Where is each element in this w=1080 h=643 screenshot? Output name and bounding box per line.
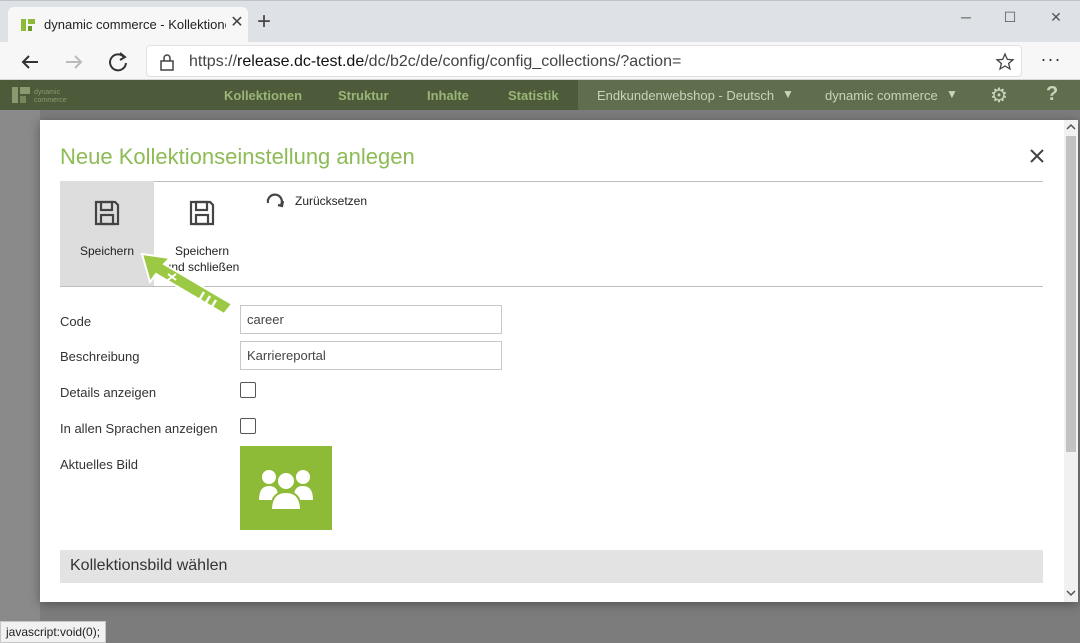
url-prefix: https:// bbox=[189, 53, 238, 70]
browser-status-bar: javascript:void(0); bbox=[0, 621, 107, 643]
maximize-icon[interactable]: ☐ bbox=[990, 5, 1030, 29]
svg-text:dynamic: dynamic bbox=[34, 89, 61, 96]
url-path: /dc/b2c/de/config/config_collections/?ac… bbox=[364, 53, 682, 70]
nav-structure[interactable]: Struktur bbox=[338, 88, 389, 103]
dc-favicon-icon bbox=[21, 19, 35, 31]
details-label: Details anzeigen bbox=[60, 385, 157, 400]
nav-collections[interactable]: Kollektionen bbox=[224, 88, 302, 103]
address-bar[interactable]: https://release.dc-test.de/dc/b2c/de/con… bbox=[146, 45, 1022, 77]
back-icon[interactable] bbox=[16, 48, 44, 76]
browser-menu-icon[interactable]: ··· bbox=[1040, 50, 1062, 72]
window-close-icon[interactable]: ✕ bbox=[1036, 5, 1076, 29]
lock-icon bbox=[160, 54, 174, 71]
forward-icon[interactable] bbox=[60, 48, 88, 76]
all-languages-checkbox[interactable] bbox=[240, 418, 256, 434]
browser-titlebar: dynamic commerce - Kollektione ✕ + ─ ☐ ✕ bbox=[0, 0, 1080, 43]
section-title: Kollektionsbild wählen bbox=[70, 557, 228, 574]
description-label: Beschreibung bbox=[60, 349, 140, 364]
scroll-down-icon[interactable] bbox=[1066, 588, 1076, 598]
sidebar-background bbox=[0, 110, 40, 643]
dialog-title: Neue Kollektionseinstellung anlegen bbox=[60, 144, 415, 169]
company-selector[interactable]: dynamic commerce bbox=[825, 88, 938, 103]
minimize-icon[interactable]: ─ bbox=[946, 5, 986, 29]
url-host: release.dc-test.de bbox=[237, 53, 365, 70]
favorite-star-icon[interactable] bbox=[995, 52, 1015, 72]
collection-image-section[interactable]: Kollektionsbild wählen bbox=[60, 550, 1043, 583]
svg-text:commerce: commerce bbox=[34, 97, 67, 104]
reset-button[interactable]: Zurücksetzen bbox=[264, 190, 384, 214]
users-group-icon bbox=[259, 470, 313, 511]
header-right-area: Endkundenwebshop - Deutsch ▼ dynamic com… bbox=[578, 80, 1080, 110]
reset-label: Zurücksetzen bbox=[295, 194, 368, 208]
app-header: dynamic commerce Kollektionen Struktur I… bbox=[0, 80, 1080, 110]
settings-gear-icon[interactable]: ⚙ bbox=[990, 83, 1008, 108]
current-image-label: Aktuelles Bild bbox=[60, 457, 139, 472]
floppy-disk-icon bbox=[94, 200, 120, 226]
collection-setting-dialog: Neue Kollektionseinstellung anlegen Spei… bbox=[40, 120, 1078, 602]
browser-tab[interactable]: dynamic commerce - Kollektione ✕ bbox=[8, 7, 248, 43]
shop-dropdown-icon[interactable]: ▼ bbox=[782, 87, 794, 101]
scroll-up-icon[interactable] bbox=[1066, 122, 1076, 132]
floppy-disk-icon bbox=[189, 200, 215, 226]
help-icon[interactable]: ? bbox=[1046, 83, 1058, 106]
scroll-thumb[interactable] bbox=[1066, 136, 1076, 452]
nav-content[interactable]: Inhalte bbox=[427, 88, 469, 103]
description-input[interactable] bbox=[240, 341, 502, 370]
dialog-close-icon[interactable] bbox=[1027, 146, 1047, 166]
tutorial-pointer-arrow-icon bbox=[140, 252, 234, 316]
code-label: Code bbox=[60, 314, 92, 329]
all-languages-label: In allen Sprachen anzeigen bbox=[60, 421, 218, 436]
reload-icon[interactable] bbox=[104, 48, 132, 76]
tab-title: dynamic commerce - Kollektione bbox=[44, 17, 226, 32]
nav-statistics[interactable]: Statistik bbox=[508, 88, 559, 103]
code-input[interactable] bbox=[240, 305, 502, 334]
dynamic-commerce-logo: dynamic commerce bbox=[12, 87, 67, 104]
browser-toolbar: https://release.dc-test.de/dc/b2c/de/con… bbox=[0, 42, 1080, 80]
reset-arrow-icon bbox=[266, 193, 285, 208]
shop-selector[interactable]: Endkundenwebshop - Deutsch bbox=[597, 88, 774, 103]
url-text: https://release.dc-test.de/dc/b2c/de/con… bbox=[189, 53, 681, 71]
new-tab-icon[interactable]: + bbox=[252, 10, 276, 35]
details-checkbox[interactable] bbox=[240, 382, 256, 398]
company-dropdown-icon[interactable]: ▼ bbox=[946, 87, 958, 101]
dialog-scrollbar[interactable] bbox=[1064, 120, 1078, 602]
tab-close-icon[interactable]: ✕ bbox=[228, 14, 246, 32]
current-image-tile bbox=[240, 446, 332, 530]
